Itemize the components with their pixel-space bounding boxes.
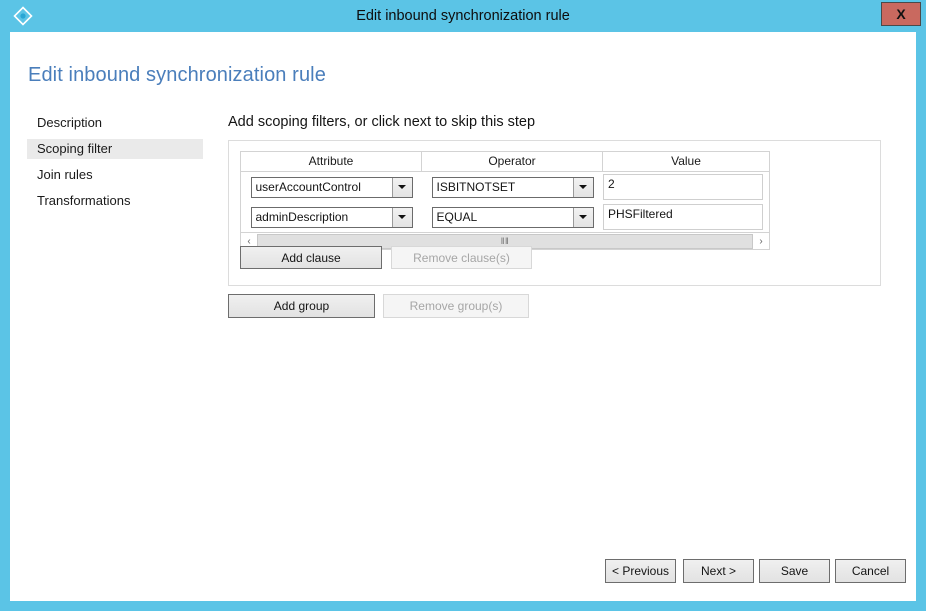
operator-dropdown-value: ISBITNOTSET bbox=[432, 177, 573, 197]
add-clause-button[interactable]: Add clause bbox=[240, 246, 382, 269]
sidebar-item-label: Transformations bbox=[37, 193, 131, 208]
chevron-down-icon[interactable] bbox=[391, 177, 412, 197]
cell-operator: ISBITNOTSET bbox=[422, 172, 603, 202]
chevron-down-icon[interactable] bbox=[572, 177, 593, 197]
cell-value: PHSFiltered bbox=[603, 202, 769, 232]
cancel-button[interactable]: Cancel bbox=[835, 559, 906, 583]
save-button[interactable]: Save bbox=[759, 559, 830, 583]
next-button[interactable]: Next > bbox=[683, 559, 754, 583]
sidebar-item-transformations[interactable]: Transformations bbox=[27, 191, 203, 211]
cell-operator: EQUAL bbox=[422, 202, 603, 232]
table-header-row: Attribute Operator Value bbox=[240, 151, 770, 171]
column-header-attribute: Attribute bbox=[241, 152, 422, 171]
page-title: Edit inbound synchronization rule bbox=[28, 64, 326, 86]
title-bar: Edit inbound synchronization rule X bbox=[0, 0, 926, 32]
cell-attribute: userAccountControl bbox=[241, 172, 422, 202]
content-heading: Add scoping filters, or click next to sk… bbox=[228, 114, 536, 130]
operator-dropdown-row-2[interactable]: EQUAL bbox=[431, 206, 594, 228]
sidebar-item-scoping-filter[interactable]: Scoping filter bbox=[27, 139, 203, 159]
value-input-row-1[interactable]: 2 bbox=[603, 174, 763, 200]
table-row: userAccountControl ISBITNOTSET 2 bbox=[241, 172, 769, 202]
operator-dropdown-row-1[interactable]: ISBITNOTSET bbox=[431, 176, 594, 198]
clause-table: Attribute Operator Value userAccountCont… bbox=[240, 151, 770, 250]
attribute-dropdown-value: adminDescription bbox=[251, 207, 392, 227]
table-body: userAccountControl ISBITNOTSET 2 adminDe… bbox=[240, 171, 770, 233]
value-input-row-2[interactable]: PHSFiltered bbox=[603, 204, 763, 230]
operator-dropdown-value: EQUAL bbox=[432, 207, 573, 227]
table-row: adminDescription EQUAL PHSFiltered bbox=[241, 202, 769, 232]
remove-clause-button[interactable]: Remove clause(s) bbox=[391, 246, 532, 269]
dialog-window: Edit inbound synchronization rule X Edit… bbox=[0, 0, 926, 611]
remove-group-button[interactable]: Remove group(s) bbox=[383, 294, 529, 318]
attribute-dropdown-value: userAccountControl bbox=[251, 177, 392, 197]
sidebar-item-join-rules[interactable]: Join rules bbox=[27, 165, 203, 185]
sidebar-item-label: Description bbox=[37, 115, 103, 130]
sidebar-item-description[interactable]: Description bbox=[27, 113, 203, 133]
scoping-filter-group: Attribute Operator Value userAccountCont… bbox=[228, 140, 881, 286]
dialog-footer: < Previous Next > Save Cancel bbox=[10, 559, 916, 599]
cell-value: 2 bbox=[603, 172, 769, 202]
wizard-steps-sidebar: Description Scoping filter Join rules Tr… bbox=[27, 113, 217, 217]
scrollbar-grip-icon: ‖‖ bbox=[500, 236, 510, 246]
sidebar-item-label: Join rules bbox=[37, 167, 93, 182]
scroll-right-arrow-icon[interactable]: › bbox=[753, 233, 769, 249]
chevron-down-icon[interactable] bbox=[572, 207, 593, 227]
cell-attribute: adminDescription bbox=[241, 202, 422, 232]
sidebar-item-label: Scoping filter bbox=[37, 141, 113, 156]
column-header-operator: Operator bbox=[422, 152, 603, 171]
close-icon[interactable]: X bbox=[881, 2, 921, 26]
client-area: Edit inbound synchronization rule Descri… bbox=[10, 32, 916, 601]
add-group-button[interactable]: Add group bbox=[228, 294, 375, 318]
attribute-dropdown-row-1[interactable]: userAccountControl bbox=[250, 176, 413, 198]
window-title: Edit inbound synchronization rule bbox=[356, 8, 570, 24]
column-header-value: Value bbox=[671, 154, 701, 168]
chevron-down-icon[interactable] bbox=[391, 207, 412, 227]
previous-button[interactable]: < Previous bbox=[605, 559, 676, 583]
attribute-dropdown-row-2[interactable]: adminDescription bbox=[250, 206, 413, 228]
